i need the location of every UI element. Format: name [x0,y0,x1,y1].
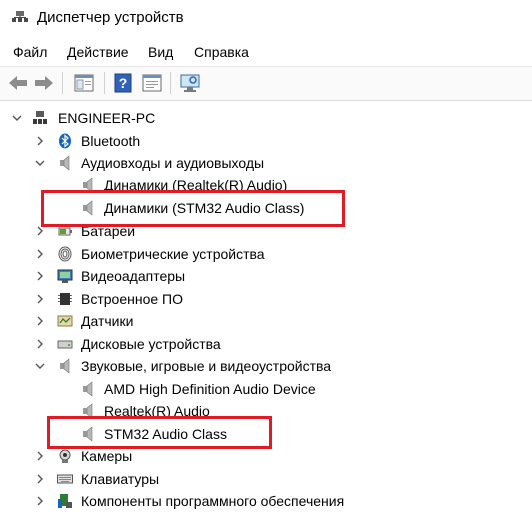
category-label: Встроенное ПО [81,291,183,307]
device-tree: ENGINEER-PC Bluetooth Аудиовходы и аудио… [0,101,532,516]
fingerprint-icon [58,246,72,262]
chevron-down-icon[interactable] [10,111,24,125]
category-label: Камеры [81,448,133,464]
svg-text:?: ? [119,75,128,91]
computer-icon [33,111,47,124]
category-label: Звуковые, игровые и видеоустройства [81,358,332,374]
monitor-scan-icon[interactable] [178,72,202,94]
category-label: Дисковые устройства [81,336,221,352]
bluetooth-icon [59,133,71,149]
chevron-right-icon[interactable] [33,449,47,463]
highlight-box-stm32-speakers [41,190,345,227]
title-bar: Диспетчер устройств [0,0,532,38]
category-label: Датчики [81,313,134,329]
software-component-icon [58,494,72,508]
chevron-right-icon[interactable] [33,472,47,486]
properties-icon[interactable] [72,72,96,94]
computer-name: ENGINEER-PC [58,110,156,126]
category-display-adapters[interactable]: Видеоадаптеры [0,265,532,287]
menu-view[interactable]: Вид [148,44,173,60]
chevron-right-icon[interactable] [33,134,47,148]
menu-help[interactable]: Справка [194,44,249,60]
category-biometric[interactable]: Биометрические устройства [0,243,532,265]
chevron-right-icon[interactable] [33,247,47,261]
help-icon[interactable]: ? [111,72,135,94]
chevron-right-icon[interactable] [33,337,47,351]
category-keyboards[interactable]: Клавиатуры [0,468,532,490]
chevron-down-icon[interactable] [33,156,47,170]
speaker-icon [83,381,93,397]
window-title: Диспетчер устройств [37,9,184,26]
tree-root[interactable]: ENGINEER-PC [0,107,532,129]
forward-arrow-icon[interactable] [32,72,56,94]
device-manager-icon [12,11,28,22]
firmware-icon [58,293,72,305]
menu-action[interactable]: Действие [67,44,129,60]
category-label: Биометрические устройства [81,246,265,262]
category-audio-io[interactable]: Аудиовходы и аудиовыходы [0,152,532,174]
category-sensors[interactable]: Датчики [0,310,532,332]
category-label: Компоненты программного обеспечения [81,493,345,509]
sensor-icon [57,315,73,327]
highlight-box-stm32-audio-class [47,416,272,449]
speaker-icon [60,358,70,374]
back-arrow-icon[interactable] [6,72,30,94]
category-bluetooth[interactable]: Bluetooth [0,130,532,152]
disk-drive-icon [57,340,73,349]
category-label: Bluetooth [81,133,141,149]
menu-file[interactable]: Файл [13,44,47,60]
chevron-right-icon[interactable] [33,292,47,306]
category-label: Клавиатуры [81,471,160,487]
device-amd-hd-audio[interactable]: AMD High Definition Audio Device [0,378,532,400]
chevron-right-icon[interactable] [33,494,47,508]
chevron-right-icon[interactable] [33,269,47,283]
category-software-components[interactable]: Компоненты программного обеспечения [0,490,532,512]
category-firmware[interactable]: Встроенное ПО [0,288,532,310]
category-label: Аудиовходы и аудиовыходы [81,155,265,171]
display-adapter-icon [57,269,73,283]
speaker-icon [60,155,70,171]
category-disk-drives[interactable]: Дисковые устройства [0,333,532,355]
camera-icon [59,449,71,463]
toolbar: ? [0,66,532,101]
menu-bar: Файл Действие Вид Справка [0,40,532,66]
category-sound-video-game[interactable]: Звуковые, игровые и видеоустройства [0,355,532,377]
chevron-right-icon[interactable] [33,314,47,328]
keyboard-icon [57,474,73,484]
category-label: Видеоадаптеры [81,268,186,284]
update-driver-icon[interactable] [140,72,164,94]
device-label: AMD High Definition Audio Device [104,381,316,397]
chevron-down-icon[interactable] [33,359,47,373]
